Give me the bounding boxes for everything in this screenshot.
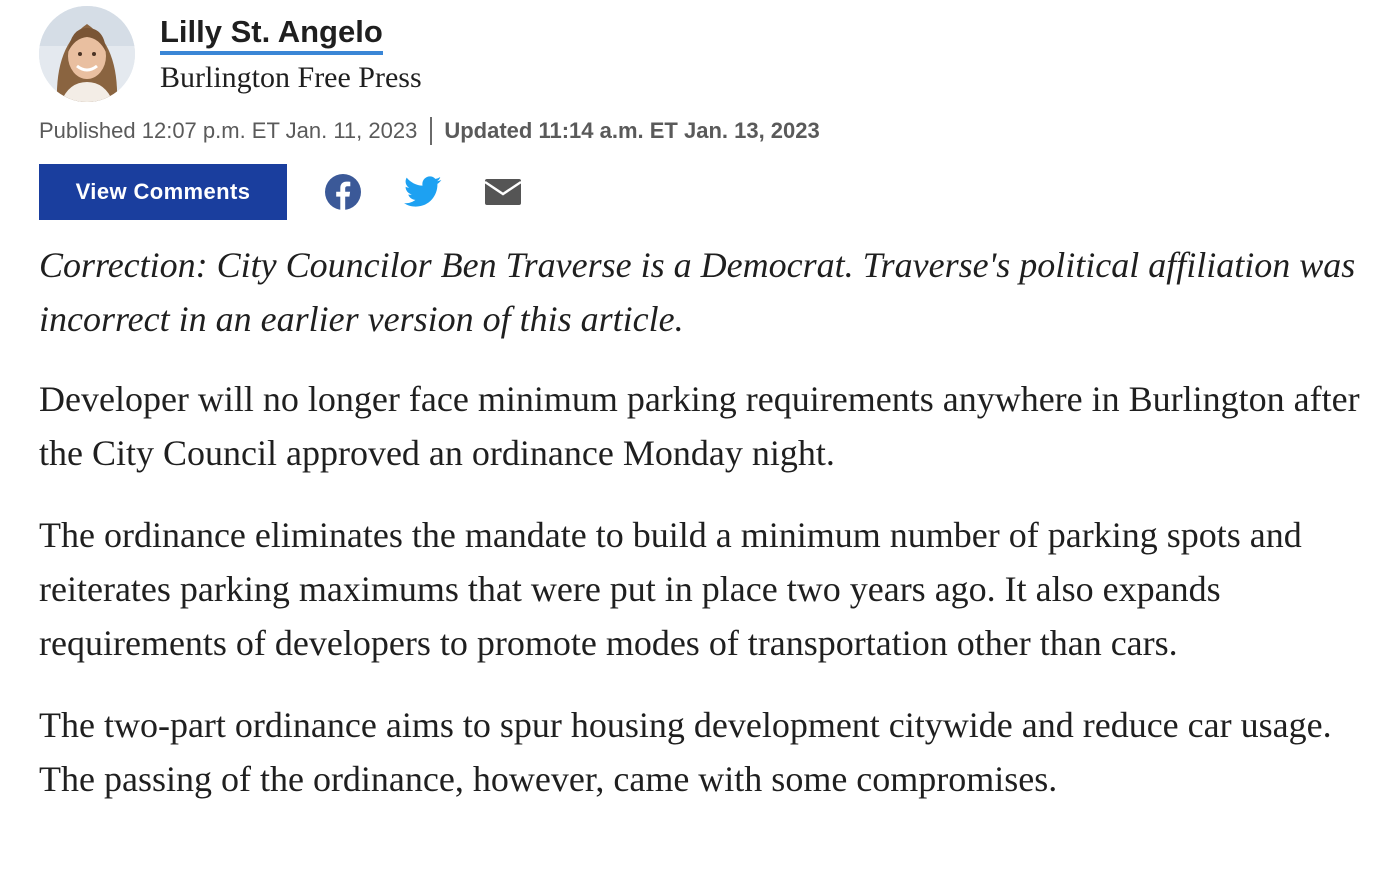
date-separator — [430, 117, 433, 145]
published-date: Published 12:07 p.m. ET Jan. 11, 2023 — [39, 118, 418, 143]
view-comments-button[interactable]: View Comments — [39, 164, 287, 220]
article-paragraph-3: The two-part ordinance aims to spur hous… — [39, 705, 1332, 799]
publisher-name: Burlington Free Press — [160, 61, 422, 94]
author-info: Lilly St. Angelo Burlington Free Press — [160, 6, 422, 95]
email-icon[interactable] — [483, 172, 523, 212]
facebook-icon[interactable] — [323, 172, 363, 212]
article-actions: View Comments — [39, 164, 523, 220]
author-avatar[interactable] — [39, 6, 135, 102]
correction-note: Correction: City Councilor Ben Traverse … — [39, 245, 1356, 339]
article-paragraph-2: The ordinance eliminates the mandate to … — [39, 515, 1302, 663]
article-body: Correction: City Councilor Ben Traverse … — [39, 238, 1374, 834]
article-paragraph-1: Developer will no longer face minimum pa… — [39, 379, 1360, 473]
updated-date: Updated 11:14 a.m. ET Jan. 13, 2023 — [444, 118, 820, 143]
byline: Lilly St. Angelo Burlington Free Press — [39, 6, 422, 102]
twitter-icon[interactable] — [403, 172, 443, 212]
article-dates: Published 12:07 p.m. ET Jan. 11, 2023 Up… — [39, 116, 820, 146]
author-name-link[interactable]: Lilly St. Angelo — [160, 13, 383, 55]
